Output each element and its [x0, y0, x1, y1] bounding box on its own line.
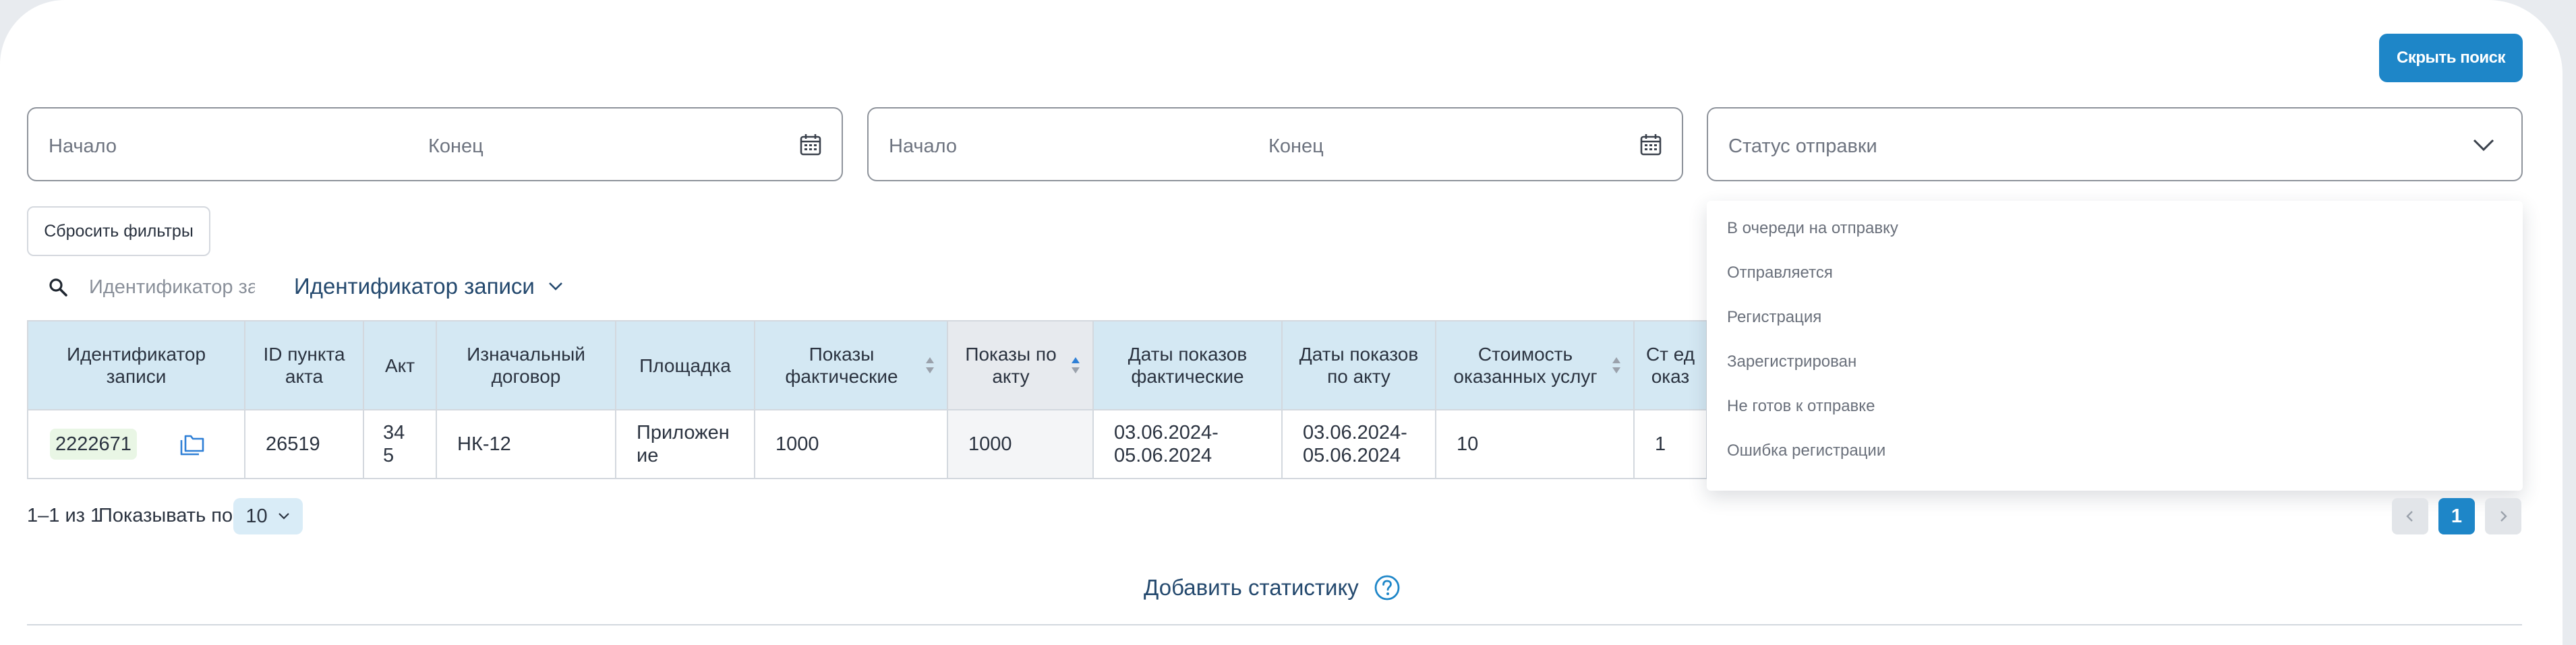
col-header-impressions-actual[interactable]: Показы фактические [754, 320, 948, 410]
page-size-select[interactable]: 10 [233, 498, 303, 534]
page-button-current[interactable]: 1 [2438, 498, 2475, 534]
status-option[interactable]: Зарегистрирован [1727, 352, 1856, 377]
cell-impressions-actual: 1000 [754, 409, 948, 479]
cell-act: 345 [363, 409, 437, 479]
status-option[interactable]: Ошибка регистрации [1727, 441, 1885, 466]
status-dropdown-menu: В очереди на отправку Отправляется Регис… [1707, 201, 2523, 491]
page-size-value: 10 [245, 505, 268, 527]
search-field-select[interactable]: Идентификатор записи [294, 270, 564, 303]
chevron-left-icon [2406, 511, 2413, 522]
cell-record-id: 2222671 [27, 409, 245, 479]
chevron-down-icon [2473, 139, 2494, 152]
status-option[interactable]: В очереди на отправку [1727, 219, 1898, 243]
col-header-dates-actual[interactable]: Даты показов фактические [1092, 320, 1283, 410]
search-field-label: Идентификатор записи [294, 274, 535, 299]
status-option[interactable]: Отправляется [1727, 264, 1833, 288]
next-page-button[interactable] [2485, 498, 2521, 534]
chevron-down-icon [278, 513, 289, 520]
col-header-cost[interactable]: Стоимость оказанных услуг [1435, 320, 1635, 410]
end-date-placeholder: Конец [1268, 135, 1324, 157]
cell-dates-actual: 03.06.2024-05.06.2024 [1092, 409, 1283, 479]
col-header-record-id[interactable]: Идентификатор записи [27, 320, 245, 410]
sort-icon[interactable] [924, 355, 936, 376]
col-header-unit-cost[interactable]: Ст ед оказ [1633, 320, 1707, 410]
hide-search-button[interactable]: Скрыть поиск [2379, 34, 2523, 82]
date-range-filter-1[interactable]: Начало Конец [27, 107, 843, 181]
help-icon[interactable] [1374, 574, 1401, 601]
col-header-contract[interactable]: Изначальный договор [436, 320, 616, 410]
end-date-placeholder: Конец [428, 135, 484, 157]
col-header-act[interactable]: Акт [363, 320, 437, 410]
chevron-down-icon [548, 282, 562, 290]
records-table: Идентификатор записи ID пункта акта Акт … [27, 320, 1707, 479]
cell-dates-act: 03.06.2024-05.06.2024 [1281, 409, 1436, 479]
divider [27, 624, 2522, 625]
status-option[interactable]: Не готов к отправке [1727, 397, 1875, 421]
date-range-filter-2[interactable]: Начало Конец [867, 107, 1683, 181]
cell-unit-cost: 1 [1633, 409, 1707, 479]
page-size-label: Показывать по [98, 505, 233, 526]
cell-act-item-id: 26519 [244, 409, 364, 479]
col-header-impressions-act[interactable]: Показы по акту [947, 320, 1094, 410]
cell-impressions-act: 1000 [947, 409, 1094, 479]
folder-icon[interactable] [179, 433, 207, 456]
cell-contract: НК-12 [436, 409, 616, 479]
cell-platform: Приложение [615, 409, 755, 479]
pagination-range: 1–1 из 1 [27, 505, 102, 526]
prev-page-button[interactable] [2392, 498, 2428, 534]
chevron-right-icon [2500, 511, 2507, 522]
status-select[interactable]: Статус отправки [1707, 107, 2523, 181]
status-select-placeholder: Статус отправки [1728, 135, 1877, 157]
col-header-dates-act[interactable]: Даты показов по акту [1281, 320, 1436, 410]
add-statistics-label: Добавить статистику [1144, 575, 1359, 600]
table-row[interactable]: 2222671 26519 345 НК-12 Приложение 1000 … [27, 409, 1707, 479]
calendar-icon[interactable] [1637, 131, 1664, 158]
search-icon [49, 278, 67, 297]
calendar-icon[interactable] [797, 131, 824, 158]
status-option[interactable]: Регистрация [1727, 308, 1821, 332]
sort-asc-icon[interactable] [1070, 355, 1082, 376]
start-date-placeholder: Начало [889, 135, 958, 157]
cell-cost: 10 [1435, 409, 1635, 479]
add-statistics-link[interactable]: Добавить статистику [1144, 572, 1401, 604]
col-header-act-item-id[interactable]: ID пункта акта [244, 320, 364, 410]
reset-filters-button[interactable]: Сбросить фильтры [27, 206, 210, 256]
col-header-platform[interactable]: Площадка [615, 320, 755, 410]
search-input[interactable] [89, 272, 255, 302]
sort-icon[interactable] [1610, 355, 1622, 376]
start-date-placeholder: Начало [49, 135, 117, 157]
record-id-badge[interactable]: 2222671 [50, 429, 137, 460]
